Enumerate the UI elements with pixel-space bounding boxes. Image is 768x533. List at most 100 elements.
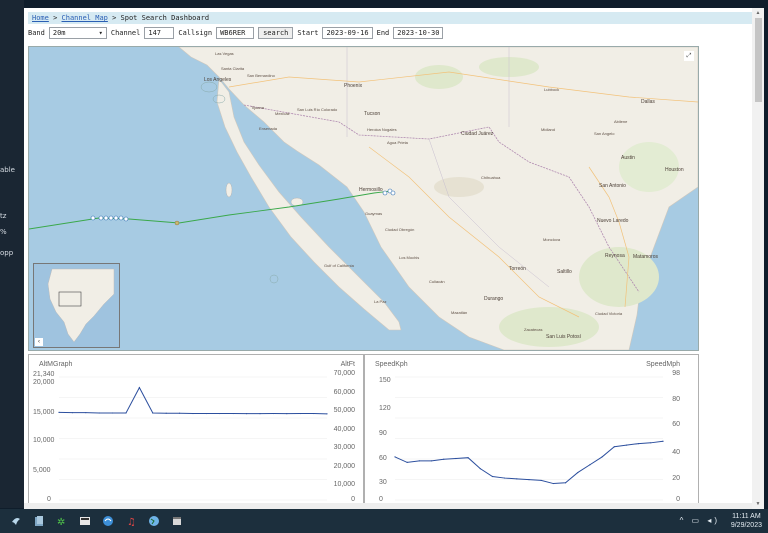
breadcrumb-home-link[interactable]: Home — [32, 14, 49, 22]
clock-time: 11:11 AM — [732, 513, 761, 520]
map-base — [29, 47, 698, 350]
map-city-label: San Angelo — [594, 131, 615, 136]
breadcrumb-current: Spot Search Dashboard — [120, 14, 210, 22]
minimap[interactable]: ‹ — [33, 263, 120, 348]
channel-input[interactable]: 147 — [144, 27, 175, 39]
minimap-toggle-button[interactable]: ‹ — [35, 338, 43, 346]
breadcrumb-channel-map-link[interactable]: Channel Map — [62, 14, 108, 22]
map-city-label: Santa Clarita — [221, 66, 245, 71]
globe-icon[interactable] — [147, 514, 161, 528]
spot-map[interactable]: Las Vegas Santa Clarita Los Angeles San … — [28, 46, 699, 351]
scroll-down-icon[interactable]: ▼ — [754, 500, 762, 508]
minimap-base — [47, 268, 115, 343]
map-city-label: Lubbock — [544, 87, 560, 92]
start-date-input[interactable]: 2023-09-16 — [322, 27, 373, 39]
callsign-input[interactable]: WB6RER — [216, 27, 255, 39]
chart-data-point — [638, 442, 640, 445]
browser-icon[interactable] — [101, 514, 115, 528]
chart-data-point — [286, 413, 288, 415]
map-city-label: Ensenada — [259, 126, 278, 131]
chart-data-point — [205, 412, 207, 415]
chart-data-point — [272, 412, 274, 415]
chart-data-point — [313, 412, 315, 415]
chart-data-point — [601, 456, 603, 458]
background-app-label: tz — [0, 212, 7, 220]
chart-series-line — [58, 386, 328, 415]
files-icon[interactable] — [32, 514, 46, 528]
altitude-chart — [58, 376, 328, 501]
chart-data-point — [625, 444, 628, 446]
start-icon[interactable] — [9, 514, 23, 528]
end-label: End — [376, 29, 390, 37]
map-city-label: San Antonio — [599, 183, 626, 189]
chart-data-point — [467, 457, 469, 459]
background-app-label: opp — [0, 249, 14, 257]
breadcrumb-separator: > — [112, 14, 117, 22]
chart-data-point — [299, 412, 301, 415]
background-app-label: able — [0, 166, 15, 174]
music-icon[interactable]: ♫ — [124, 514, 138, 528]
map-city-label: Matamoros — [633, 254, 659, 260]
band-select[interactable]: 20m ▾ — [48, 27, 107, 39]
svg-text:✲: ✲ — [57, 517, 65, 527]
map-city-label: Culiacán — [429, 279, 445, 284]
chart-series-line — [394, 440, 664, 485]
speed-chart-panel: SpeedKph SpeedMph 150 120 90 60 30 0 98 … — [364, 354, 699, 508]
altitude-chart-panel: AltMGraph AltFt 21,340 20,000 15,000 10,… — [28, 354, 364, 508]
chart-data-point — [165, 412, 167, 414]
chart-data-point — [430, 460, 433, 462]
map-city-label: Dallas — [641, 99, 655, 105]
band-value: 20m — [52, 29, 66, 37]
chart-data-point — [577, 471, 579, 474]
end-date-input[interactable]: 2023-10-30 — [393, 27, 444, 39]
map-city-label: Reynosa — [605, 253, 625, 259]
system-tray[interactable]: ^ ▭ ◂) — [680, 516, 720, 525]
map-city-label: San Luis Potosí — [546, 334, 582, 340]
map-city-label: Austin — [621, 155, 635, 161]
chart-data-point — [662, 440, 664, 442]
taskbar: ✲ ♫ ^ ▭ ◂) 11:11 AM 9/29/2023 — [0, 509, 768, 533]
map-city-label: San Bernardino — [247, 73, 275, 78]
chart-data-point — [138, 387, 140, 389]
calculator-icon[interactable] — [78, 514, 92, 528]
chart-data-point — [516, 478, 518, 480]
map-city-label: Zacatecas — [524, 327, 543, 332]
fullscreen-button[interactable]: ⤢ — [684, 51, 694, 61]
calendar-icon[interactable] — [170, 514, 184, 528]
map-city-label: Ciudad Obregón — [385, 227, 415, 232]
taskbar-clock[interactable]: 11:11 AM 9/29/2023 — [731, 512, 762, 530]
map-city-label: Monclova — [543, 237, 561, 242]
chart-data-point — [85, 412, 87, 414]
app-icon[interactable]: ✲ — [55, 514, 69, 528]
callsign-label: Callsign — [178, 29, 213, 37]
map-city-label: Heroica Nogales — [367, 127, 397, 132]
chart-data-point — [152, 412, 154, 414]
map-city-label: Durango — [484, 296, 504, 302]
scroll-up-icon[interactable]: ▲ — [754, 9, 762, 17]
map-city-label: San Luis Río Colorado — [297, 107, 338, 112]
chart-data-point — [58, 411, 60, 413]
search-button[interactable]: search — [258, 27, 294, 39]
chart-data-point — [443, 458, 445, 460]
browser-window: Home > Channel Map > Spot Search Dashboa… — [24, 8, 764, 509]
chart-data-point — [650, 442, 652, 444]
chart-data-point — [540, 479, 542, 482]
chart-data-point — [98, 412, 100, 414]
map-city-label: Saltillo — [557, 269, 572, 275]
chart-data-point — [219, 412, 221, 415]
chart-data-point — [564, 482, 567, 484]
chart-data-point — [179, 412, 181, 414]
map-city-label: Tucson — [364, 111, 381, 117]
scrollbar-thumb[interactable] — [755, 18, 762, 102]
map-city-label: Los Angeles — [204, 77, 232, 83]
chart-data-point — [406, 461, 408, 463]
map-city-label: Ciudad Victoria — [595, 311, 623, 316]
map-city-label: Midland — [541, 127, 556, 132]
chart-data-point — [232, 412, 234, 415]
map-city-label: Nuevo Laredo — [597, 218, 629, 224]
start-label: Start — [297, 29, 319, 37]
chart-data-point — [326, 413, 328, 415]
chart-data-point — [125, 412, 127, 414]
chart-data-point — [246, 413, 248, 415]
vertical-scrollbar[interactable]: ▲ ▼ — [752, 8, 764, 509]
